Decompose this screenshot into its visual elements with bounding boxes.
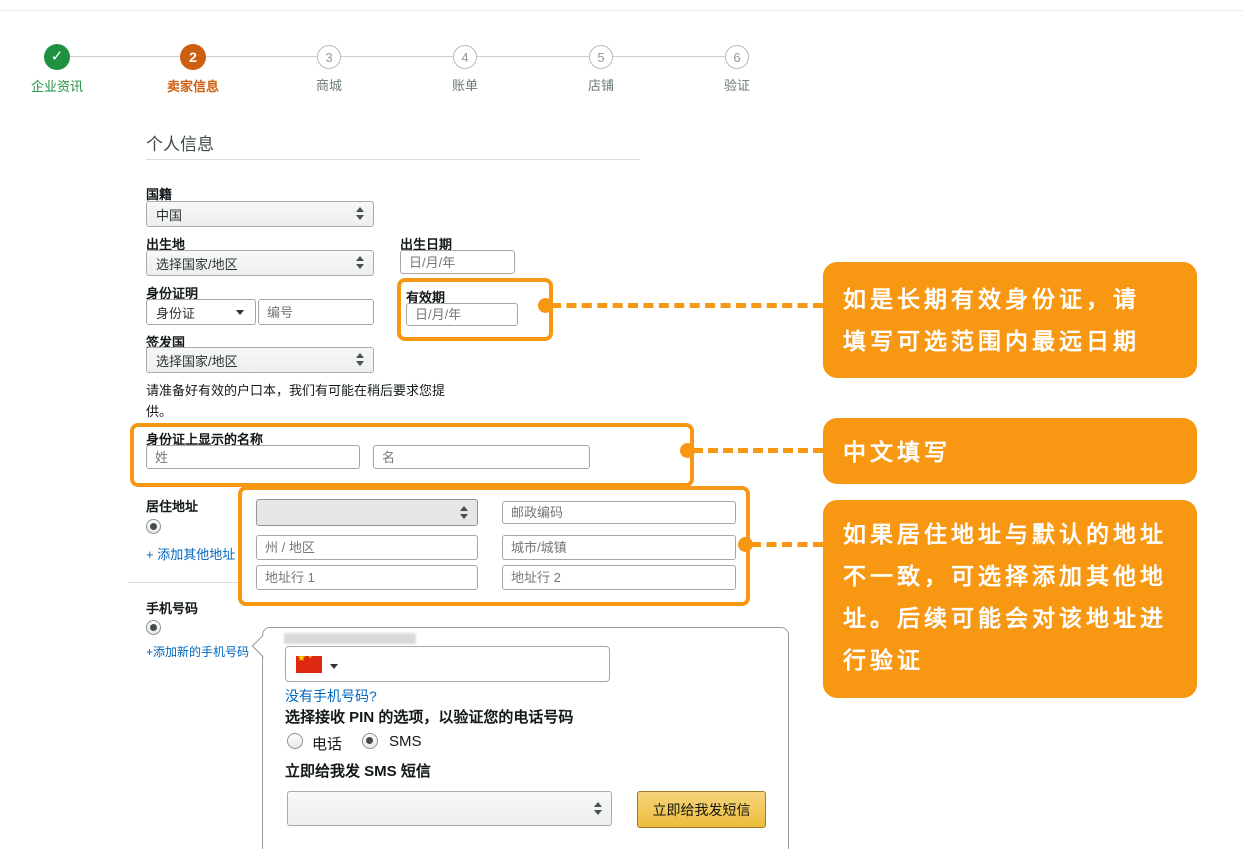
add-address-link[interactable]: + 添加其他地址 [146, 544, 235, 563]
sms-prompt-label: 立即给我发 SMS 短信 [285, 760, 431, 781]
callout-line: 中文填写 [843, 431, 1177, 473]
identity-type-value: 身份证 [156, 303, 195, 322]
call-radio[interactable] [287, 733, 303, 749]
step-label: 商城 [289, 75, 369, 94]
step-complete-circle: ✓ [44, 44, 70, 70]
step-pending-circle: 6 [725, 45, 749, 69]
expiry-input[interactable] [406, 303, 518, 326]
step-billing[interactable]: 4 账单 [425, 44, 505, 94]
select-arrows-icon [594, 802, 602, 815]
hukou-note: 请准备好有效的户口本，我们有可能在稍后要求您提供。 [146, 380, 448, 422]
identity-type-select[interactable]: 身份证 [146, 299, 256, 325]
issuing-country-select[interactable]: 选择国家/地区 [146, 347, 374, 373]
step-pending-circle: 3 [317, 45, 341, 69]
select-arrows-icon [356, 256, 364, 269]
expiry-callout: 如是长期有效身份证，请 填写可选范围内最远日期 [823, 262, 1197, 378]
name-callout: 中文填写 [823, 418, 1197, 484]
callout-line: 如果居住地址与默认的地址 [843, 513, 1177, 555]
phone-default-radio[interactable] [146, 620, 161, 635]
given-name-input[interactable] [373, 445, 590, 469]
sms-radio[interactable] [362, 733, 378, 749]
postal-code-input[interactable] [502, 501, 736, 524]
nationality-value: 中国 [156, 205, 182, 224]
sms-number-select[interactable] [287, 791, 612, 826]
callout-line: 行验证 [843, 639, 1177, 681]
issuing-country-value: 选择国家/地区 [156, 351, 238, 370]
select-arrows-icon [460, 506, 468, 519]
callout-line: 不一致，可选择添加其他地 [843, 555, 1177, 597]
surname-input[interactable] [146, 445, 360, 469]
select-arrows-icon [356, 353, 364, 366]
address-line1-input[interactable] [256, 565, 478, 590]
address-line2-input[interactable] [502, 565, 736, 590]
sms-option-label: SMS [389, 733, 422, 750]
step-label: 账单 [425, 75, 505, 94]
send-sms-button[interactable]: 立即给我发短信 [637, 791, 766, 828]
callout-line: 填写可选范围内最远日期 [843, 320, 1177, 362]
address-divider [128, 582, 238, 583]
city-town-input[interactable] [502, 535, 736, 560]
china-flag-icon: ★★ [296, 656, 322, 673]
step-company-info[interactable]: ✓ 企业资讯 [17, 44, 97, 95]
birthplace-value: 选择国家/地区 [156, 254, 238, 273]
birthplace-select[interactable]: 选择国家/地区 [146, 250, 374, 276]
step-label: 企业资讯 [17, 76, 97, 95]
call-option-label: 电话 [312, 733, 342, 754]
add-phone-link[interactable]: +添加新的手机号码 [146, 643, 249, 660]
step-seller-info[interactable]: 2 卖家信息 [153, 44, 233, 95]
caret-down-icon [236, 310, 244, 315]
state-region-input[interactable] [256, 535, 478, 560]
step-label: 卖家信息 [153, 76, 233, 95]
seller-registration-page: ✓ 企业资讯 2 卖家信息 3 商城 4 账单 5 店铺 6 验证 个人信息 国… [0, 0, 1243, 849]
step-pending-circle: 4 [453, 45, 477, 69]
step-label: 店铺 [561, 75, 641, 94]
pin-prompt-label: 选择接收 PIN 的选项，以验证您的电话号码 [285, 706, 573, 727]
connector-line [751, 542, 823, 547]
top-divider [0, 10, 1243, 11]
identity-number-input[interactable] [258, 299, 374, 325]
step-store[interactable]: 5 店铺 [561, 44, 641, 94]
address-callout: 如果居住地址与默认的地址 不一致，可选择添加其他地 址。后续可能会对该地址进 行… [823, 500, 1197, 698]
redacted-text [284, 633, 416, 644]
step-pending-circle: 5 [589, 45, 613, 69]
step-marketplace[interactable]: 3 商城 [289, 44, 369, 94]
nationality-select[interactable]: 中国 [146, 201, 374, 227]
birth-date-input[interactable] [400, 250, 515, 274]
select-arrows-icon [356, 207, 364, 220]
page-title: 个人信息 [146, 130, 214, 155]
section-divider [146, 159, 640, 160]
address-label: 居住地址 [146, 496, 198, 515]
check-icon: ✓ [51, 48, 64, 65]
step-active-circle: 2 [180, 44, 206, 70]
step-verification[interactable]: 6 验证 [697, 44, 777, 94]
no-phone-link[interactable]: 没有手机号码? [285, 686, 377, 706]
callout-line: 址。后续可能会对该地址进 [843, 597, 1177, 639]
phone-label: 手机号码 [146, 598, 198, 617]
callout-line: 如是长期有效身份证，请 [843, 278, 1177, 320]
connector-line [551, 303, 823, 308]
address-default-radio[interactable] [146, 519, 161, 534]
step-label: 验证 [697, 75, 777, 94]
flag-caret-down-icon[interactable] [330, 664, 338, 669]
address-country-select[interactable] [256, 499, 478, 526]
connector-line [693, 448, 823, 453]
